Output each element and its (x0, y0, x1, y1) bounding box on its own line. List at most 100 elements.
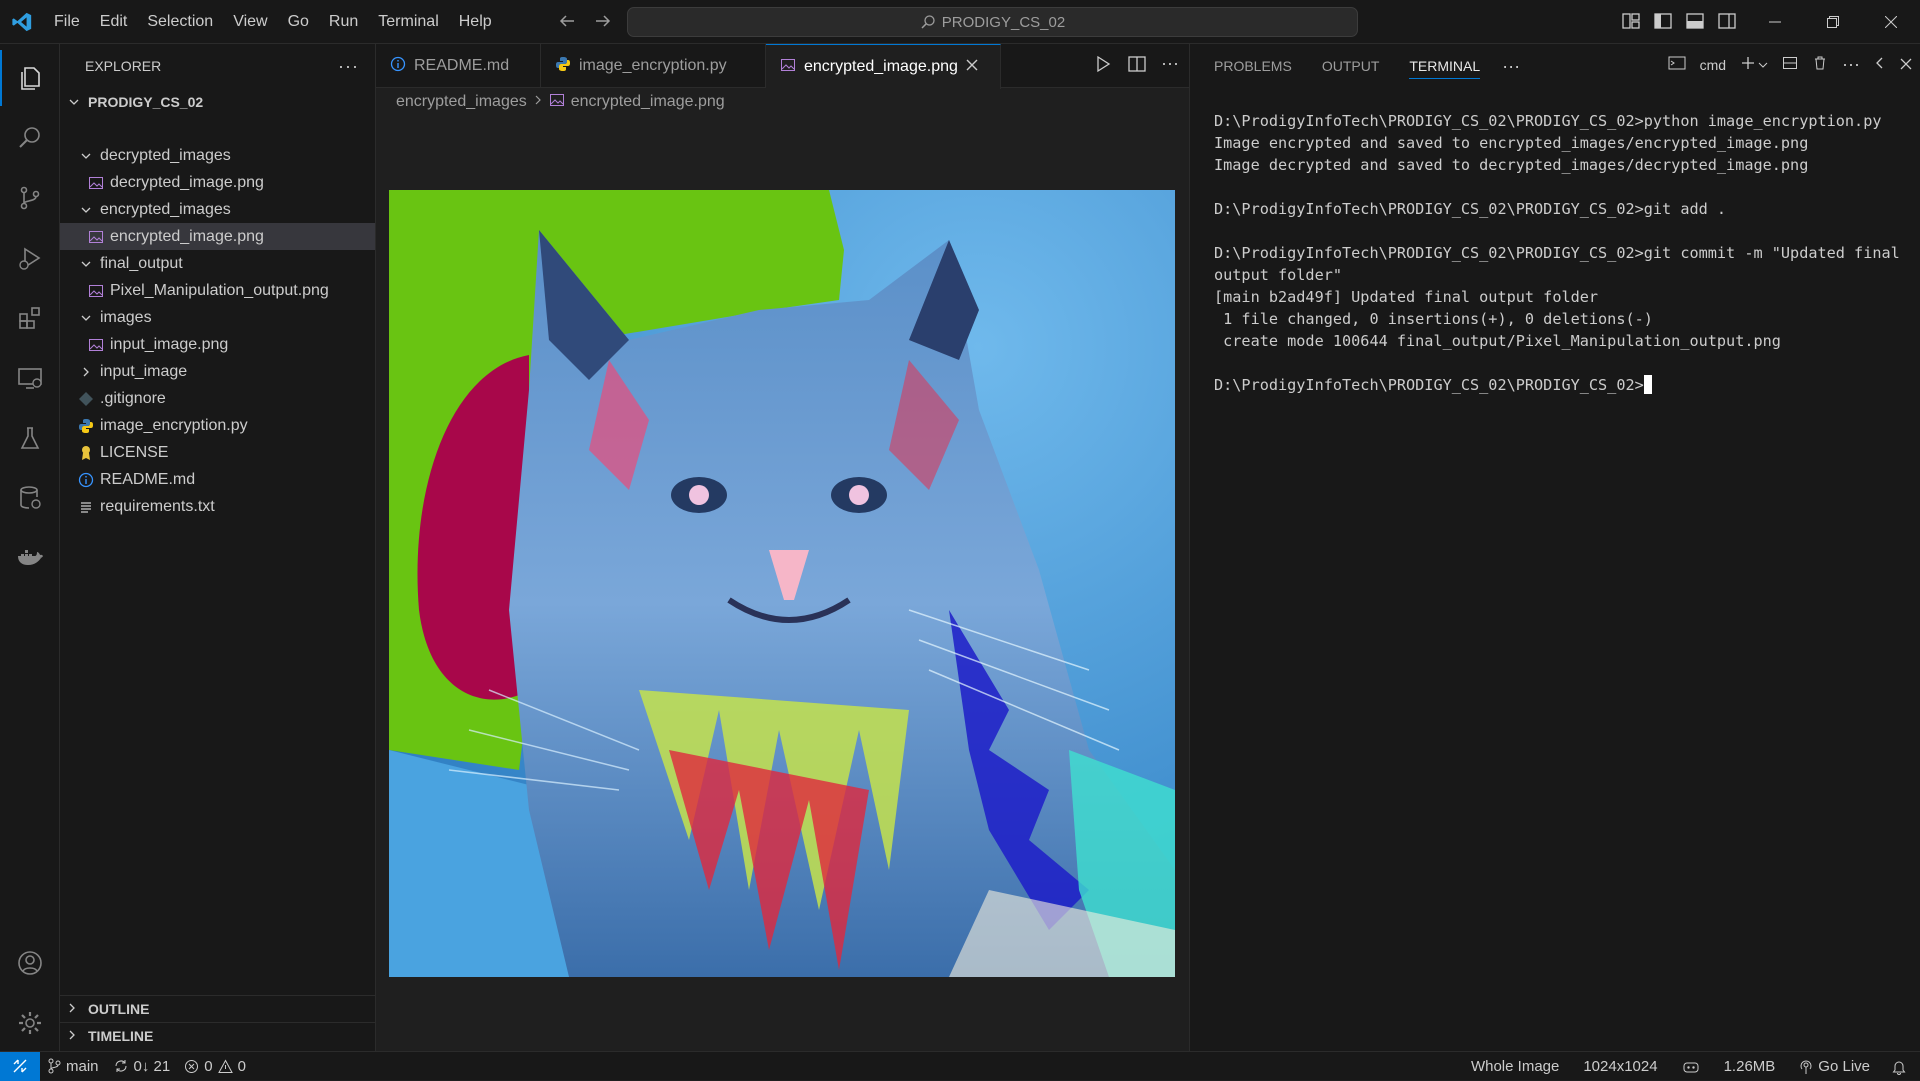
terminal-line: [main b2ad49f] Updated final output fold… (1214, 288, 1599, 306)
menu-help[interactable]: Help (449, 0, 502, 44)
menu-terminal[interactable]: Terminal (368, 0, 448, 44)
text-file-icon (78, 499, 94, 515)
command-center[interactable]: PRODIGY_CS_02 (627, 7, 1358, 37)
file-decrypted-image-png[interactable]: decrypted_image.png (60, 169, 375, 196)
image-file-icon (88, 175, 104, 191)
copilot-icon[interactable] (1670, 1059, 1712, 1075)
menu-go[interactable]: Go (278, 0, 319, 44)
menu-selection[interactable]: Selection (137, 0, 223, 44)
folder-images[interactable]: images (60, 304, 375, 331)
timeline-section[interactable]: TIMELINE (60, 1022, 375, 1049)
folder-input-image[interactable]: input_image (60, 358, 375, 385)
python-icon (555, 56, 571, 77)
testing-icon[interactable] (0, 410, 60, 466)
layout-controls (1620, 10, 1738, 32)
file-gitignore[interactable]: .gitignore (60, 385, 375, 412)
minimize-icon[interactable] (1746, 0, 1804, 44)
accounts-icon[interactable] (0, 935, 60, 991)
menu-view[interactable]: View (223, 0, 277, 44)
file-readme-md[interactable]: README.md (60, 466, 375, 493)
file-requirements-txt[interactable]: requirements.txt (60, 493, 375, 520)
branch-indicator[interactable]: main (40, 1058, 106, 1075)
tab-output[interactable]: OUTPUT (1322, 58, 1380, 74)
tab-image-encryption-py[interactable]: image_encryption.py (541, 44, 766, 88)
panel-tabs: PROBLEMS OUTPUT TERMINAL ··· cmd ··· (1190, 44, 1920, 88)
tree-item-label: README.md (100, 470, 196, 488)
sync-indicator[interactable]: 0↓ 21 (106, 1058, 178, 1075)
search-activity-icon[interactable] (0, 110, 60, 166)
info-icon (78, 472, 94, 488)
branch-icon (48, 1058, 61, 1074)
tab-problems[interactable]: PROBLEMS (1214, 58, 1292, 74)
file-license[interactable]: LICENSE (60, 439, 375, 466)
close-panel-icon[interactable] (1900, 57, 1912, 73)
terminal-line: output folder" (1214, 266, 1343, 284)
outline-section[interactable]: OUTLINE (60, 995, 375, 1022)
toggle-panel-icon[interactable] (1684, 10, 1706, 32)
settings-gear-icon[interactable] (0, 995, 60, 1051)
workspace-root[interactable]: PRODIGY_CS_02 (60, 88, 375, 115)
tree-item-label: input_image.png (110, 335, 229, 353)
docker-icon[interactable] (0, 530, 60, 586)
folder-encrypted-images[interactable]: encrypted_images (60, 196, 375, 223)
more-actions-icon[interactable]: ··· (338, 56, 359, 77)
remote-explorer-icon[interactable] (0, 350, 60, 406)
menu-run[interactable]: Run (319, 0, 368, 44)
database-icon[interactable] (0, 470, 60, 526)
file-image-encryption-py[interactable]: image_encryption.py (60, 412, 375, 439)
run-debug-icon[interactable] (0, 230, 60, 286)
breadcrumb-folder[interactable]: encrypted_images (396, 93, 527, 111)
toggle-primary-sidebar-icon[interactable] (1652, 10, 1674, 32)
close-tab-icon[interactable] (966, 58, 978, 76)
more-actions-icon[interactable]: ··· (1842, 54, 1860, 75)
close-window-icon[interactable] (1862, 0, 1920, 44)
go-live-button[interactable]: Go Live (1787, 1058, 1882, 1075)
file-encrypted-image-png[interactable]: encrypted_image.png (60, 223, 375, 250)
restore-icon[interactable] (1804, 0, 1862, 44)
tab-readme[interactable]: README.md (376, 44, 541, 88)
remote-indicator[interactable] (0, 1051, 40, 1081)
chevron-down-icon[interactable] (1758, 57, 1768, 73)
toggle-secondary-sidebar-icon[interactable] (1716, 10, 1738, 32)
explorer-header: EXPLORER ··· (60, 44, 375, 88)
explorer-icon[interactable] (0, 50, 60, 106)
split-terminal-icon[interactable] (1782, 55, 1798, 74)
extensions-icon[interactable] (0, 290, 60, 346)
tree-item-label: .gitignore (100, 389, 166, 407)
menu-file[interactable]: File (44, 0, 90, 44)
chevron-left-icon[interactable] (1874, 56, 1886, 73)
tree-item-label: decrypted_image.png (110, 173, 264, 191)
navigation-arrows (555, 9, 615, 33)
terminal-output[interactable]: D:\ProdigyInfoTech\PRODIGY_CS_02\PRODIGY… (1214, 110, 1900, 396)
more-tabs-icon[interactable]: ··· (1502, 56, 1520, 77)
notifications-bell-icon[interactable] (1882, 1059, 1920, 1075)
terminal-actions: cmd ··· (1668, 54, 1912, 75)
terminal-line: Image decrypted and saved to decrypted_i… (1214, 156, 1809, 174)
tree-item-label: encrypted_images (100, 200, 231, 218)
trash-icon[interactable] (1812, 55, 1828, 74)
back-arrow-icon[interactable] (555, 9, 579, 33)
zoom-mode[interactable]: Whole Image (1459, 1058, 1571, 1075)
terminal-icon (1668, 55, 1686, 74)
menu-edit[interactable]: Edit (90, 0, 138, 44)
forward-arrow-icon[interactable] (591, 9, 615, 33)
customize-layout-icon[interactable] (1620, 10, 1642, 32)
file-input-image-png[interactable]: input_image.png (60, 331, 375, 358)
chevron-down-icon (78, 256, 94, 272)
file-pixel-manipulation-output-png[interactable]: Pixel_Manipulation_output.png (60, 277, 375, 304)
add-terminal-icon[interactable] (1740, 55, 1756, 74)
split-editor-icon[interactable] (1127, 54, 1147, 79)
breadcrumb-file[interactable]: encrypted_image.png (571, 93, 725, 111)
problems-indicator[interactable]: 0 0 (177, 1058, 253, 1075)
folder-final-output[interactable]: final_output (60, 250, 375, 277)
terminal-shell-label[interactable]: cmd (1700, 57, 1726, 73)
folder-decrypted-images[interactable]: decrypted_images (60, 142, 375, 169)
terminal-line: create mode 100644 final_output/Pixel_Ma… (1214, 332, 1781, 350)
warning-count: 0 (237, 1057, 246, 1075)
source-control-icon[interactable] (0, 170, 60, 226)
run-icon[interactable] (1093, 54, 1113, 79)
tab-encrypted-image-png[interactable]: encrypted_image.png (766, 44, 1001, 89)
more-actions-icon[interactable]: ··· (1161, 54, 1179, 79)
tab-terminal[interactable]: TERMINAL (1409, 54, 1481, 79)
